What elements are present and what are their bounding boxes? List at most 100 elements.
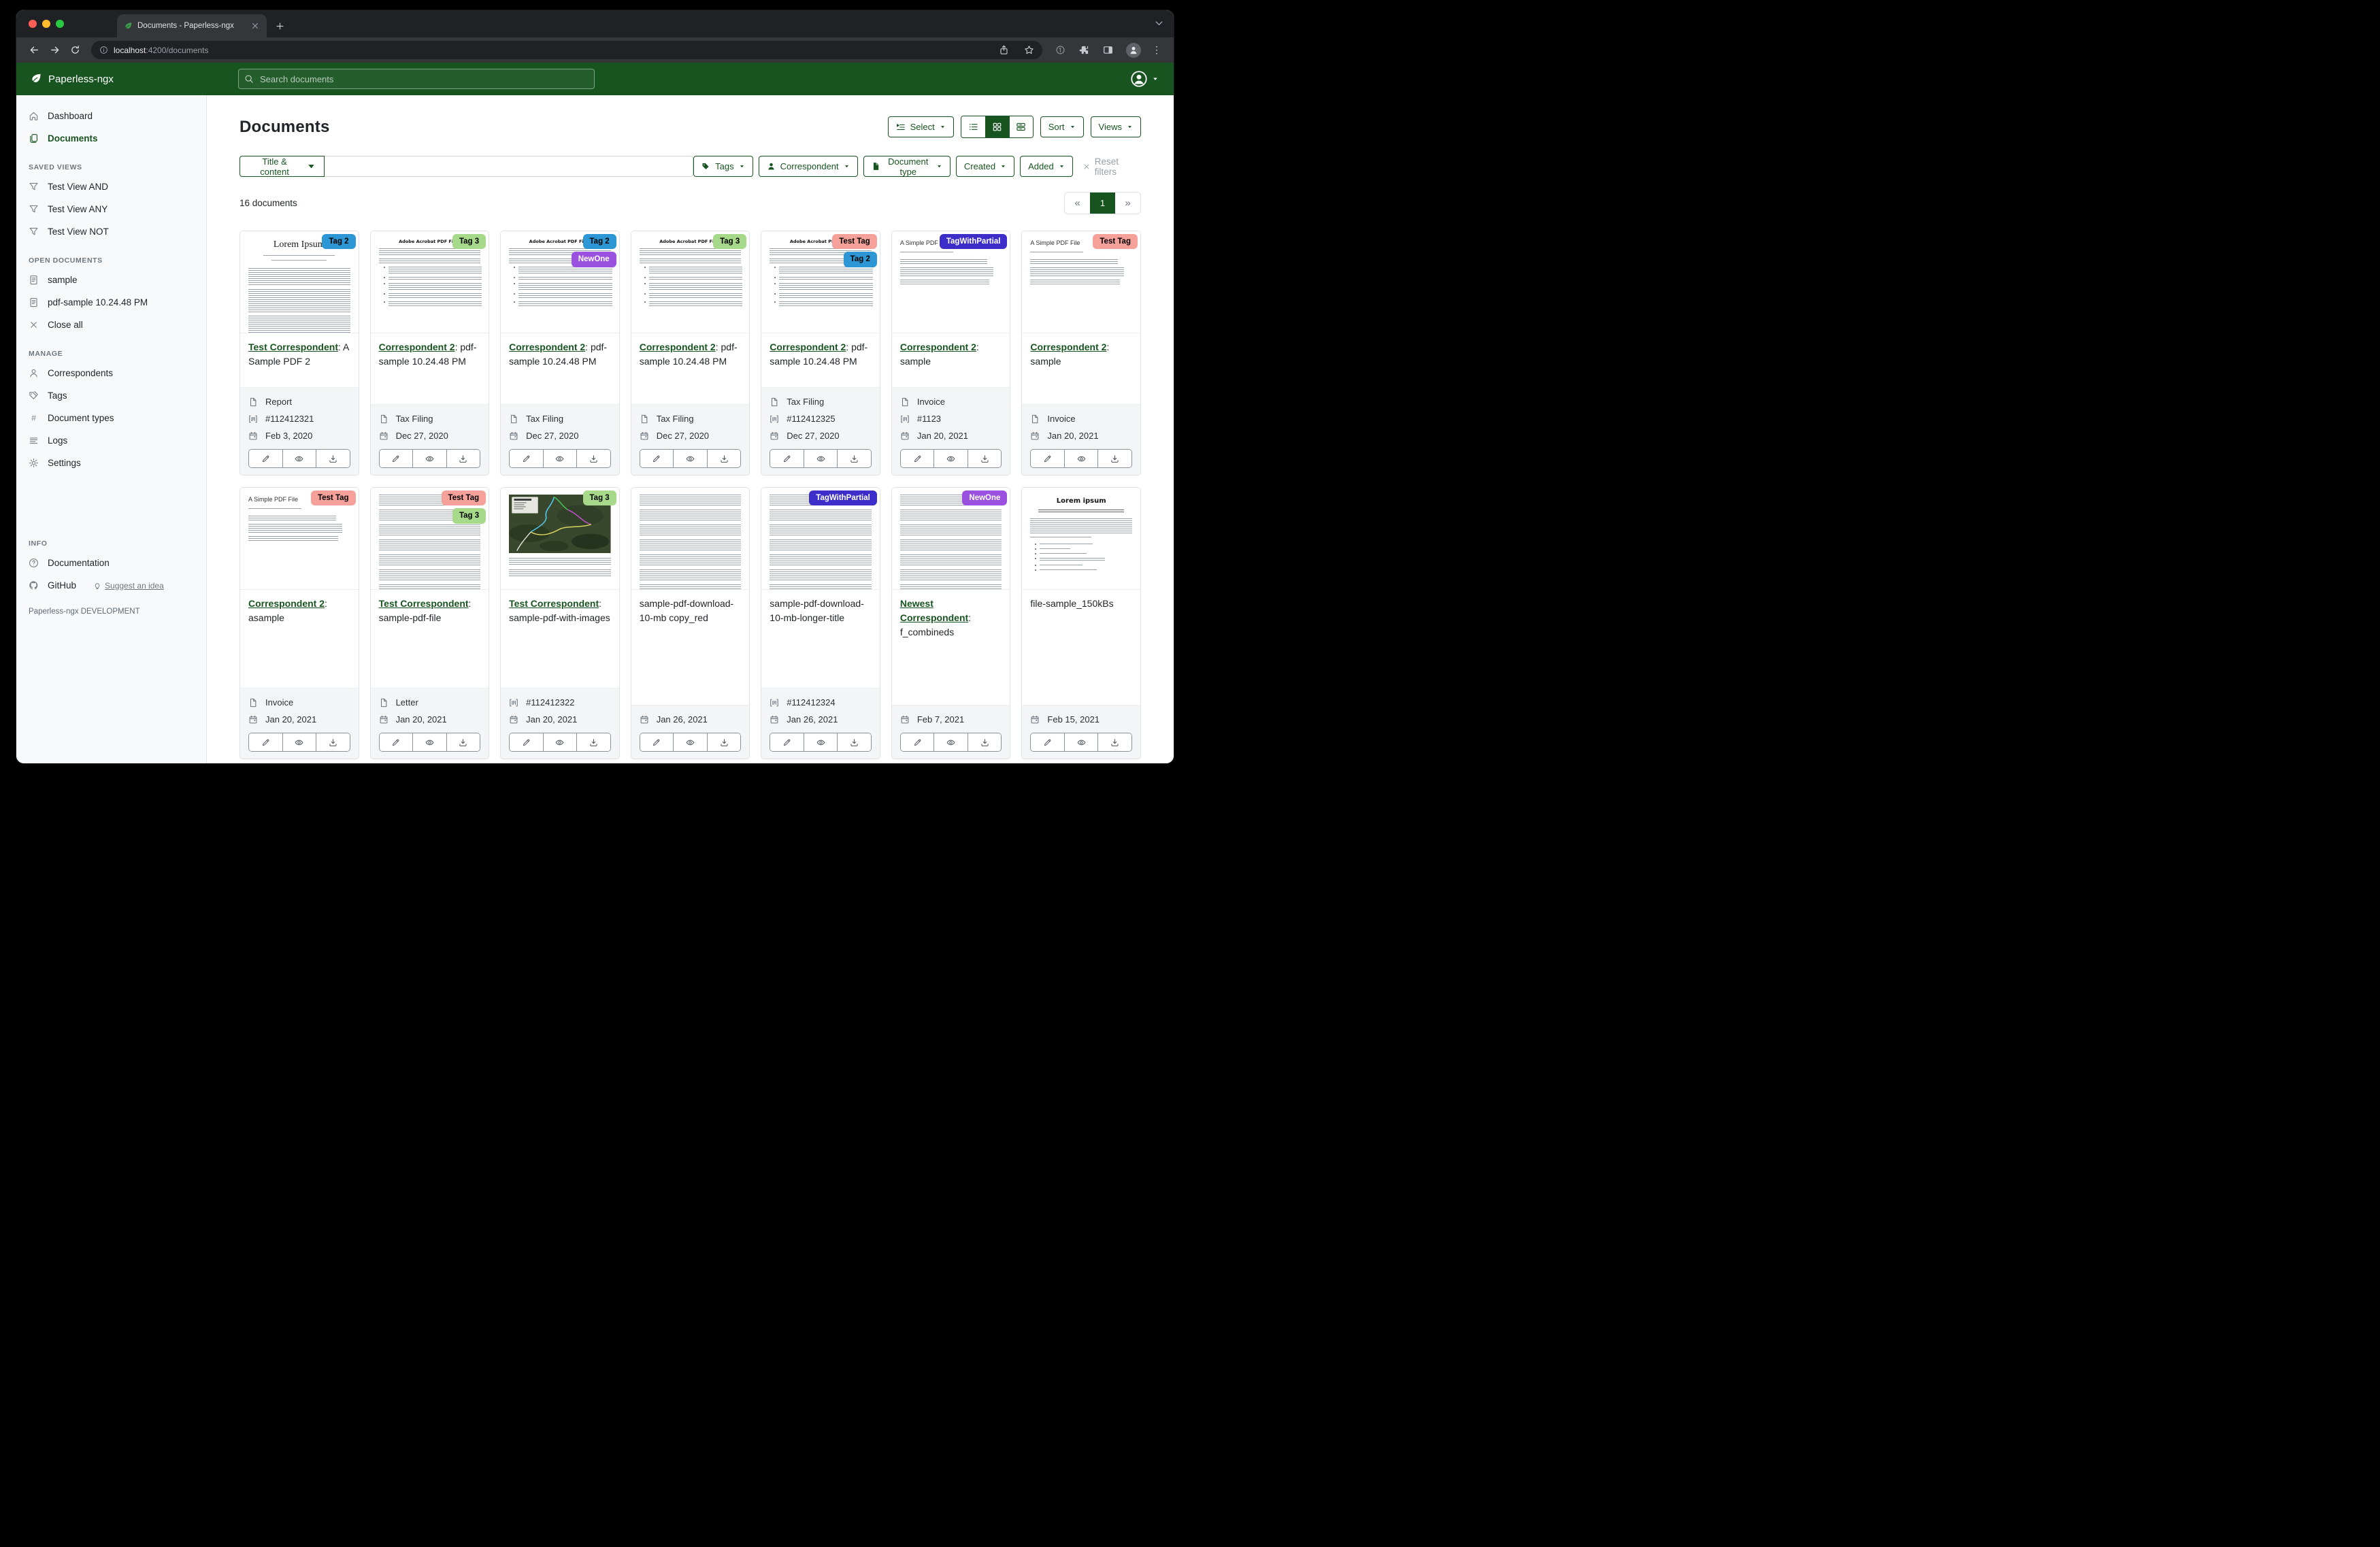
document-thumbnail[interactable]: Lorem Ipsum Tag 2: [240, 231, 359, 333]
edit-document-button[interactable]: [901, 733, 934, 751]
view-document-button[interactable]: [1064, 733, 1098, 751]
share-icon[interactable]: [999, 45, 1009, 55]
correspondent-link[interactable]: Correspondent 2: [1030, 342, 1106, 352]
edit-document-button[interactable]: [640, 733, 674, 751]
download-document-button[interactable]: [837, 733, 871, 751]
extensions-puzzle-icon[interactable]: [1079, 45, 1089, 55]
site-info-icon[interactable]: [99, 46, 108, 54]
tag-badge[interactable]: Tag 3: [583, 490, 616, 505]
tab-close-icon[interactable]: [250, 21, 260, 31]
edit-document-button[interactable]: [380, 733, 413, 751]
filter-text-input[interactable]: [325, 156, 693, 177]
browser-tab[interactable]: Documents - Paperless-ngx: [117, 14, 267, 37]
view-document-button[interactable]: [933, 450, 968, 467]
reload-button[interactable]: [67, 42, 83, 59]
download-document-button[interactable]: [576, 450, 610, 467]
download-document-button[interactable]: [1097, 733, 1131, 751]
edit-document-button[interactable]: [510, 450, 543, 467]
document-thumbnail[interactable]: Adobe Acrobat PDF Files Tag 2NewOne: [501, 231, 619, 333]
download-document-button[interactable]: [707, 450, 741, 467]
edit-document-button[interactable]: [1031, 733, 1064, 751]
edit-document-button[interactable]: [380, 450, 413, 467]
view-document-button[interactable]: [673, 450, 707, 467]
view-document-button[interactable]: [1064, 450, 1098, 467]
document-thumbnail[interactable]: NewOne: [892, 488, 1010, 590]
correspondent-link[interactable]: Test Correspondent: [509, 598, 599, 609]
filter-tags-button[interactable]: Tags: [693, 156, 753, 177]
sidebar-item-document-types[interactable]: #Document types: [16, 407, 206, 429]
correspondent-link[interactable]: Correspondent 2: [248, 598, 325, 609]
back-button[interactable]: [26, 42, 42, 59]
new-tab-button[interactable]: [271, 17, 288, 35]
detail-view-toggle[interactable]: [1009, 116, 1033, 137]
document-thumbnail[interactable]: Test TagTag 3: [371, 488, 489, 590]
suggest-idea-link[interactable]: Suggest an idea: [93, 581, 164, 590]
correspondent-link[interactable]: Test Correspondent: [248, 342, 338, 352]
document-thumbnail[interactable]: [631, 488, 750, 590]
correspondent-link[interactable]: Correspondent 2: [379, 342, 455, 352]
view-document-button[interactable]: [673, 733, 707, 751]
download-document-button[interactable]: [837, 450, 871, 467]
download-document-button[interactable]: [707, 733, 741, 751]
forward-button[interactable]: [46, 42, 63, 59]
sidebar-item-documents[interactable]: Documents: [16, 127, 206, 150]
list-view-toggle[interactable]: [961, 116, 985, 137]
sidebar-item-github[interactable]: GitHubSuggest an idea: [16, 574, 206, 597]
minimize-window-button[interactable]: [42, 20, 50, 28]
view-document-button[interactable]: [543, 733, 577, 751]
document-thumbnail[interactable]: Tag 3: [501, 488, 619, 590]
edit-document-button[interactable]: [640, 450, 674, 467]
sort-button[interactable]: Sort: [1040, 116, 1084, 137]
download-document-button[interactable]: [316, 733, 350, 751]
pagination-page-1-button[interactable]: 1: [1090, 193, 1115, 214]
tab-search-chevron-icon[interactable]: [1154, 18, 1164, 29]
tag-badge[interactable]: Test Tag: [832, 234, 877, 249]
view-document-button[interactable]: [412, 733, 446, 751]
download-document-button[interactable]: [968, 450, 1002, 467]
download-document-button[interactable]: [1097, 450, 1131, 467]
sidebar-toggle-icon[interactable]: [1103, 45, 1113, 55]
document-thumbnail[interactable]: A Simple PDF File TagWithPartial: [892, 231, 1010, 333]
correspondent-link[interactable]: Correspondent 2: [640, 342, 716, 352]
document-thumbnail[interactable]: A Simple PDF File Test Tag: [1022, 231, 1140, 333]
document-thumbnail[interactable]: Lorem ipsum: [1022, 488, 1140, 590]
edit-document-button[interactable]: [249, 450, 282, 467]
tag-badge[interactable]: Test Tag: [311, 490, 356, 505]
views-button[interactable]: Views: [1091, 116, 1141, 137]
document-thumbnail[interactable]: Adobe Acrobat PDF Files Test TagTag 2: [761, 231, 880, 333]
download-document-button[interactable]: [446, 450, 480, 467]
pagination-next-button[interactable]: »: [1115, 193, 1140, 214]
password-manager-icon[interactable]: [1055, 45, 1065, 55]
pagination-prev-button[interactable]: «: [1065, 193, 1090, 214]
tag-badge[interactable]: Tag 2: [844, 252, 877, 267]
edit-document-button[interactable]: [901, 450, 934, 467]
view-document-button[interactable]: [412, 450, 446, 467]
correspondent-link[interactable]: Correspondent 2: [770, 342, 846, 352]
document-thumbnail[interactable]: TagWithPartial: [761, 488, 880, 590]
edit-document-button[interactable]: [770, 733, 804, 751]
edit-document-button[interactable]: [770, 450, 804, 467]
document-thumbnail[interactable]: Adobe Acrobat PDF Files Tag 3: [631, 231, 750, 333]
tag-badge[interactable]: TagWithPartial: [940, 234, 1008, 249]
filter-created-button[interactable]: Created: [956, 156, 1014, 177]
tag-badge[interactable]: Tag 3: [452, 508, 486, 523]
sidebar-item-dashboard[interactable]: Dashboard: [16, 105, 206, 127]
grid-view-toggle[interactable]: [985, 116, 1009, 137]
browser-menu-kebab-icon[interactable]: ⋮: [1152, 44, 1161, 56]
sidebar-item-test-view-not[interactable]: Test View NOT: [16, 220, 206, 243]
browser-profile-avatar[interactable]: [1126, 43, 1141, 58]
sidebar-item-settings[interactable]: Settings: [16, 452, 206, 474]
filter-correspondent-button[interactable]: Correspondent: [759, 156, 858, 177]
bookmark-star-icon[interactable]: [1024, 45, 1034, 55]
edit-document-button[interactable]: [1031, 450, 1064, 467]
view-document-button[interactable]: [543, 450, 577, 467]
download-document-button[interactable]: [316, 450, 350, 467]
document-thumbnail[interactable]: A Simple PDF File Test Tag: [240, 488, 359, 590]
sidebar-item-close-all[interactable]: Close all: [16, 314, 206, 336]
filter-document-type-button[interactable]: Document type: [863, 156, 951, 177]
correspondent-link[interactable]: Correspondent 2: [900, 342, 976, 352]
download-document-button[interactable]: [576, 733, 610, 751]
edit-document-button[interactable]: [249, 733, 282, 751]
tag-badge[interactable]: Tag 2: [583, 234, 616, 249]
sidebar-item-sample[interactable]: sample: [16, 269, 206, 291]
